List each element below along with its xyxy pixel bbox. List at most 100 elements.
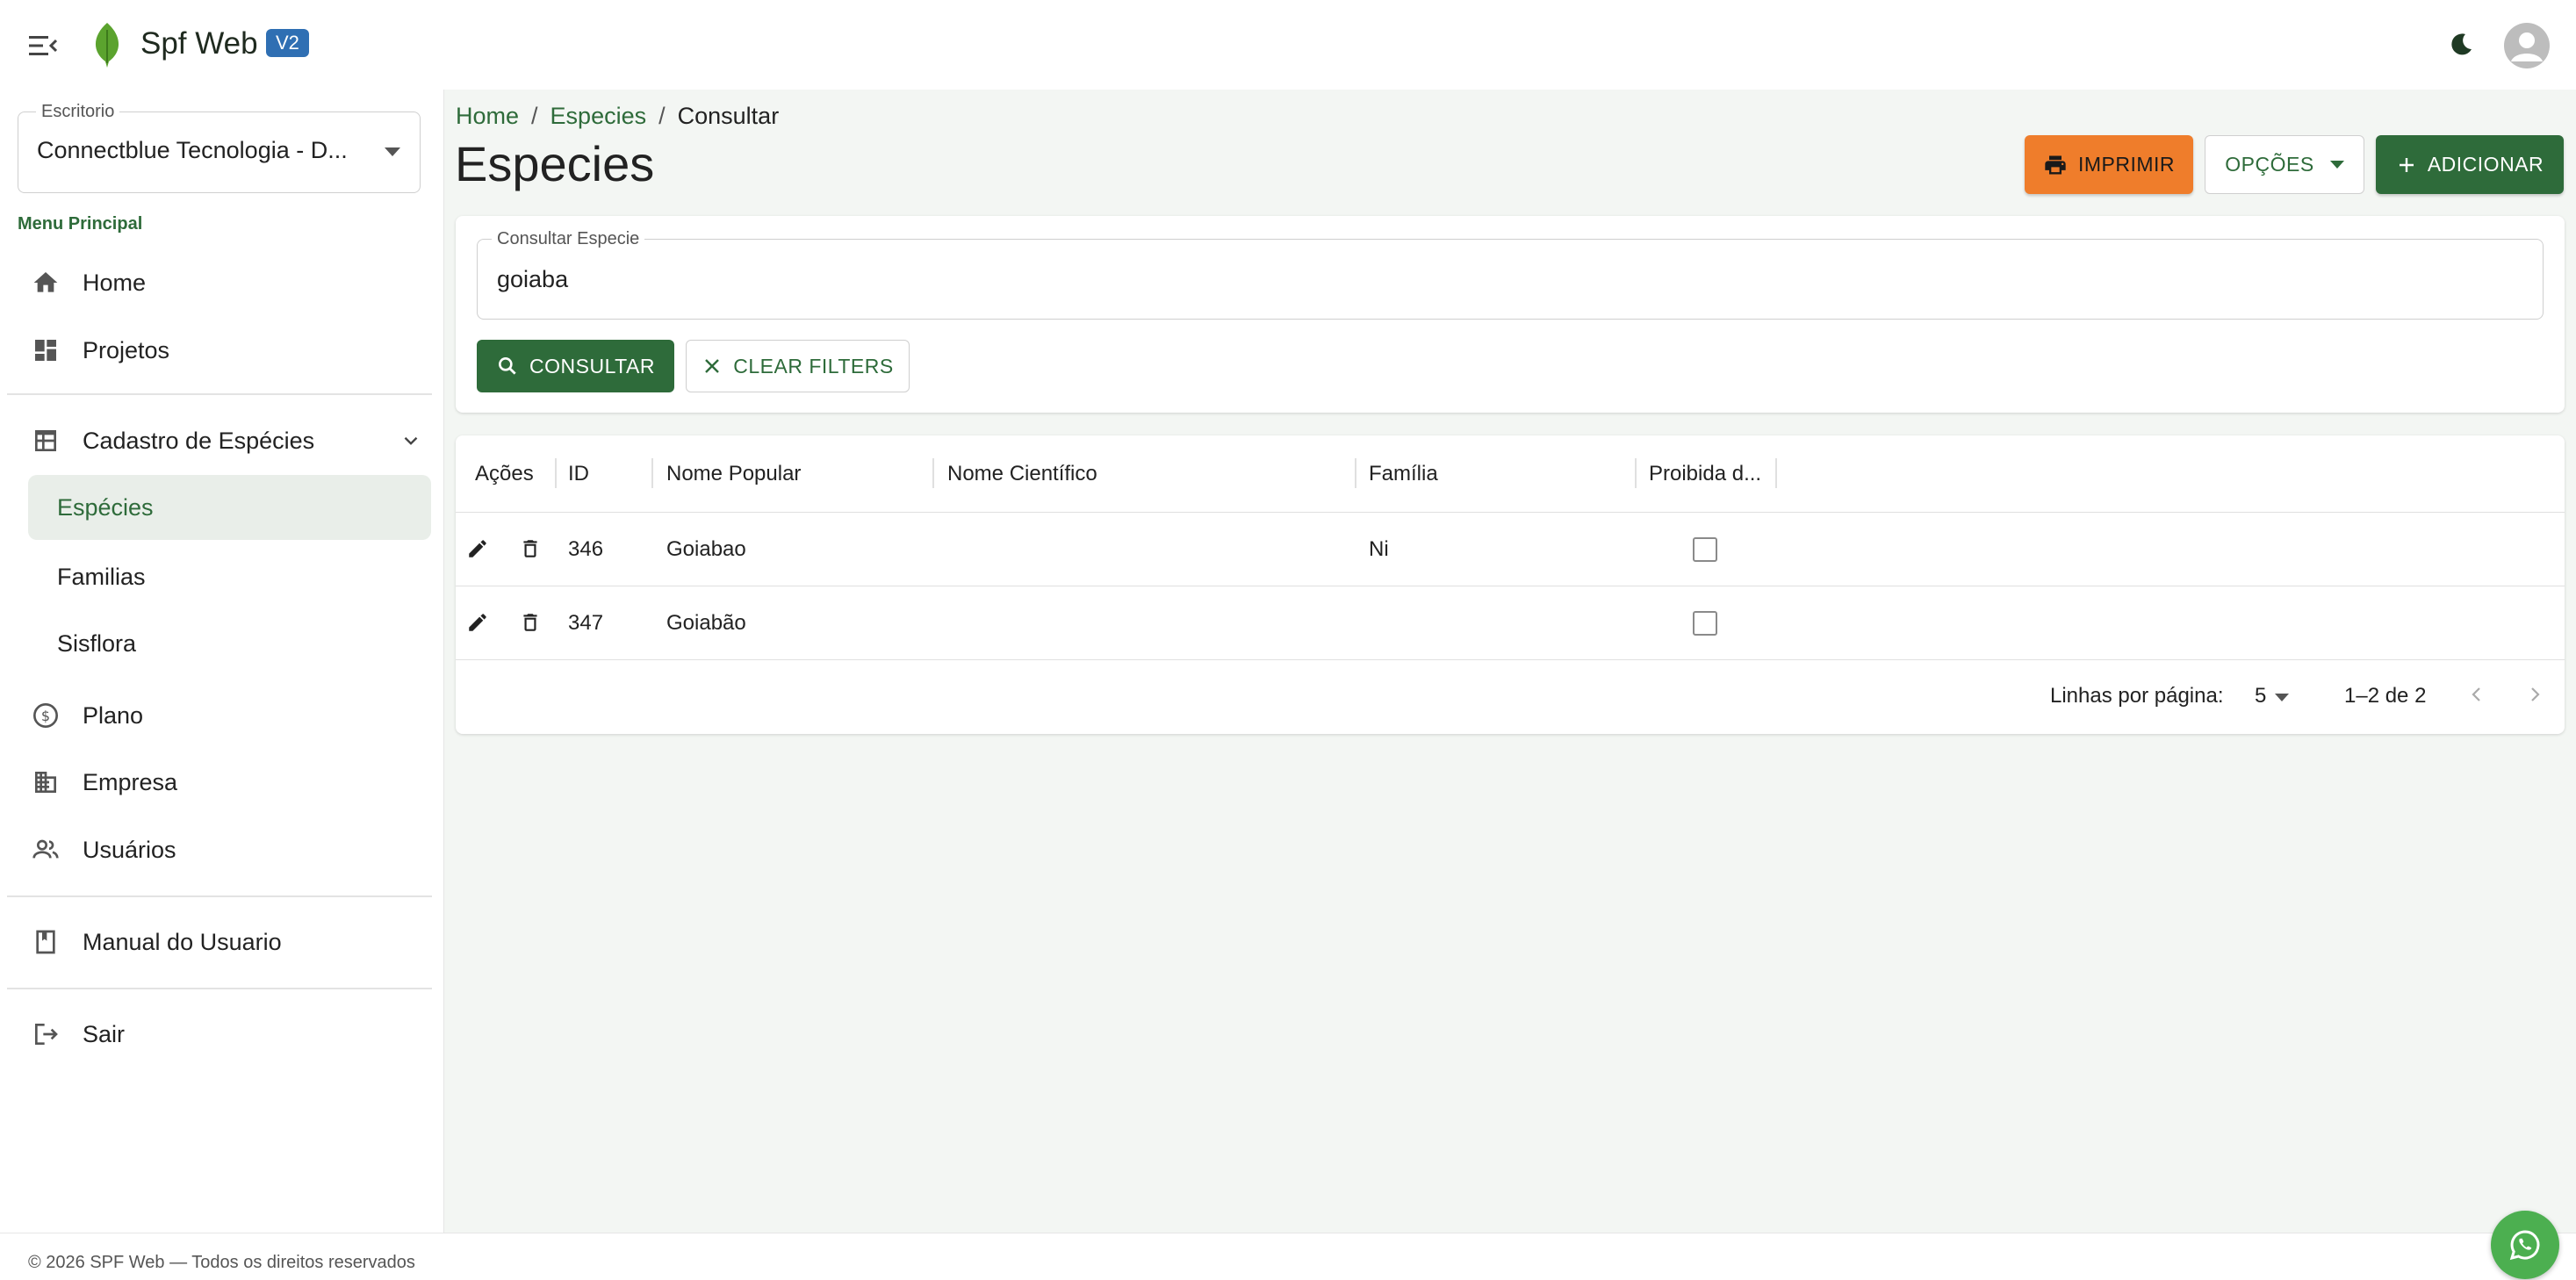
cell-nome-popular: Goiabão [666,611,746,635]
results-table: Ações ID Nome Popular Nome Científico Fa… [456,435,2565,734]
sidebar-item-familias[interactable]: Familias [28,544,431,609]
column-header-proibida[interactable]: Proibida d... [1649,462,1761,486]
sidebar-item-label: Cadastro de Espécies [83,427,315,454]
sidebar-item-usuarios[interactable]: Usuários [28,819,431,881]
sidebar-item-especies[interactable]: Espécies [28,475,431,540]
sidebar-item-label: Manual do Usuario [83,928,282,955]
column-separator[interactable] [555,458,557,488]
options-button[interactable]: OPÇÕES [2205,135,2364,194]
version-badge: V2 [266,29,309,57]
dark-mode-moon-icon[interactable] [2443,26,2479,63]
sidebar-item-home[interactable]: Home [28,252,431,313]
user-avatar-icon[interactable] [2504,23,2550,68]
edit-pencil-icon[interactable] [464,536,491,562]
dropdown-caret-icon[interactable] [2275,694,2289,701]
dashboard-icon [28,333,63,368]
cell-familia: Ni [1369,537,1389,561]
cell-nome-popular: Goiabao [666,537,746,561]
column-header-acoes[interactable]: Ações [475,462,534,486]
dollar-icon: $ [28,698,63,733]
breadcrumb-separator: / [658,103,666,129]
delete-trash-icon[interactable] [517,536,543,562]
consult-button-label: CONSULTAR [529,354,655,378]
delete-trash-icon[interactable] [517,609,543,636]
column-separator[interactable] [1355,458,1356,488]
cell-id: 347 [568,611,604,635]
clear-filters-button[interactable]: CLEAR FILTERS [686,340,910,392]
printer-icon [2043,153,2068,177]
footer: © 2026 SPF Web — Todos os direitos reser… [0,1233,2576,1280]
print-button-label: IMPRIMIR [2077,153,2176,176]
search-icon [496,355,519,378]
page-title: Especies [455,136,655,191]
sidebar-divider [7,393,432,395]
search-input[interactable]: Consultar Especie goiaba [477,229,2544,320]
chevron-left-icon[interactable] [2464,681,2490,708]
sidebar-item-label: Sisflora [57,629,137,657]
rows-per-page-label: Linhas por página: [2050,684,2224,708]
column-header-nome-cientifico[interactable]: Nome Científico [947,462,1097,486]
column-separator[interactable] [1775,458,1777,488]
table-row: 346 Goiabao Ni [456,513,2565,586]
column-separator[interactable] [932,458,934,488]
sidebar-divider [7,988,432,989]
home-icon [28,265,63,300]
menu-collapse-icon[interactable] [25,27,61,64]
sidebar-item-empresa[interactable]: Empresa [28,751,431,813]
sidebar-item-label: Usuários [83,836,176,863]
menu-section-title: Menu Principal [18,214,143,234]
filter-card: Consultar Especie goiaba CONSULTAR CLEAR… [456,216,2565,413]
add-button[interactable]: ADICIONAR [2376,135,2564,194]
table-header-row: Ações ID Nome Popular Nome Científico Fa… [456,435,2565,513]
app-bar: Spf Web V2 [0,0,2576,90]
breadcrumb-separator: / [531,103,538,129]
dropdown-caret-icon [2329,161,2344,169]
book-icon [28,924,63,960]
proibida-checkbox[interactable] [1693,611,1717,636]
sidebar-item-manual[interactable]: Manual do Usuario [28,911,431,973]
table-row: 347 Goiabão [456,586,2565,660]
plus-icon [2396,155,2417,176]
sidebar-item-label: Home [83,269,147,296]
column-separator[interactable] [1635,458,1637,488]
rows-per-page-select[interactable]: 5 [2255,684,2266,708]
sidebar-item-cadastro-especies[interactable]: Cadastro de Espécies [28,410,431,471]
breadcrumb-section-link[interactable]: Especies [550,103,647,130]
sidebar-item-label: Espécies [57,493,154,521]
chevron-down-icon[interactable] [399,429,422,452]
proibida-checkbox[interactable] [1693,537,1717,562]
search-input-value: goiaba [497,266,569,292]
office-select-label: Escritorio [36,102,120,122]
whatsapp-icon[interactable] [2491,1211,2559,1279]
consult-button[interactable]: CONSULTAR [477,340,674,392]
chevron-right-icon[interactable] [2522,681,2548,708]
pagination-range: 1–2 de 2 [2344,684,2427,708]
sidebar-item-sair[interactable]: Sair [28,1003,431,1065]
column-separator[interactable] [651,458,653,488]
sidebar-item-sisflora[interactable]: Sisflora [28,611,431,676]
column-header-id[interactable]: ID [568,462,589,486]
breadcrumb-current: Consultar [677,103,780,129]
column-header-nome-popular[interactable]: Nome Popular [666,462,801,486]
sidebar-item-label: Plano [83,701,144,729]
office-select-value: Connectblue Tecnologia - D... [37,137,348,163]
print-button[interactable]: IMPRIMIR [2025,135,2193,194]
sidebar-item-plano[interactable]: $ Plano [28,685,431,746]
sidebar-item-label: Empresa [83,768,178,795]
sidebar-item-projetos[interactable]: Projetos [28,320,431,381]
sidebar-item-label: Familias [57,563,146,590]
office-select[interactable]: Escritorio Connectblue Tecnologia - D... [18,102,421,193]
add-button-label: ADICIONAR [2427,153,2544,176]
sidebar: Escritorio Connectblue Tecnologia - D...… [0,90,444,1233]
users-icon [28,832,63,867]
close-icon [702,356,723,377]
clear-filters-button-label: CLEAR FILTERS [733,354,894,378]
column-header-familia[interactable]: Família [1369,462,1438,486]
breadcrumb-home-link[interactable]: Home [456,103,519,130]
svg-text:$: $ [41,708,50,724]
search-input-label: Consultar Especie [492,229,645,249]
app-name: Spf Web [140,26,258,61]
logout-icon [28,1017,63,1052]
cell-id: 346 [568,537,604,561]
edit-pencil-icon[interactable] [464,609,491,636]
